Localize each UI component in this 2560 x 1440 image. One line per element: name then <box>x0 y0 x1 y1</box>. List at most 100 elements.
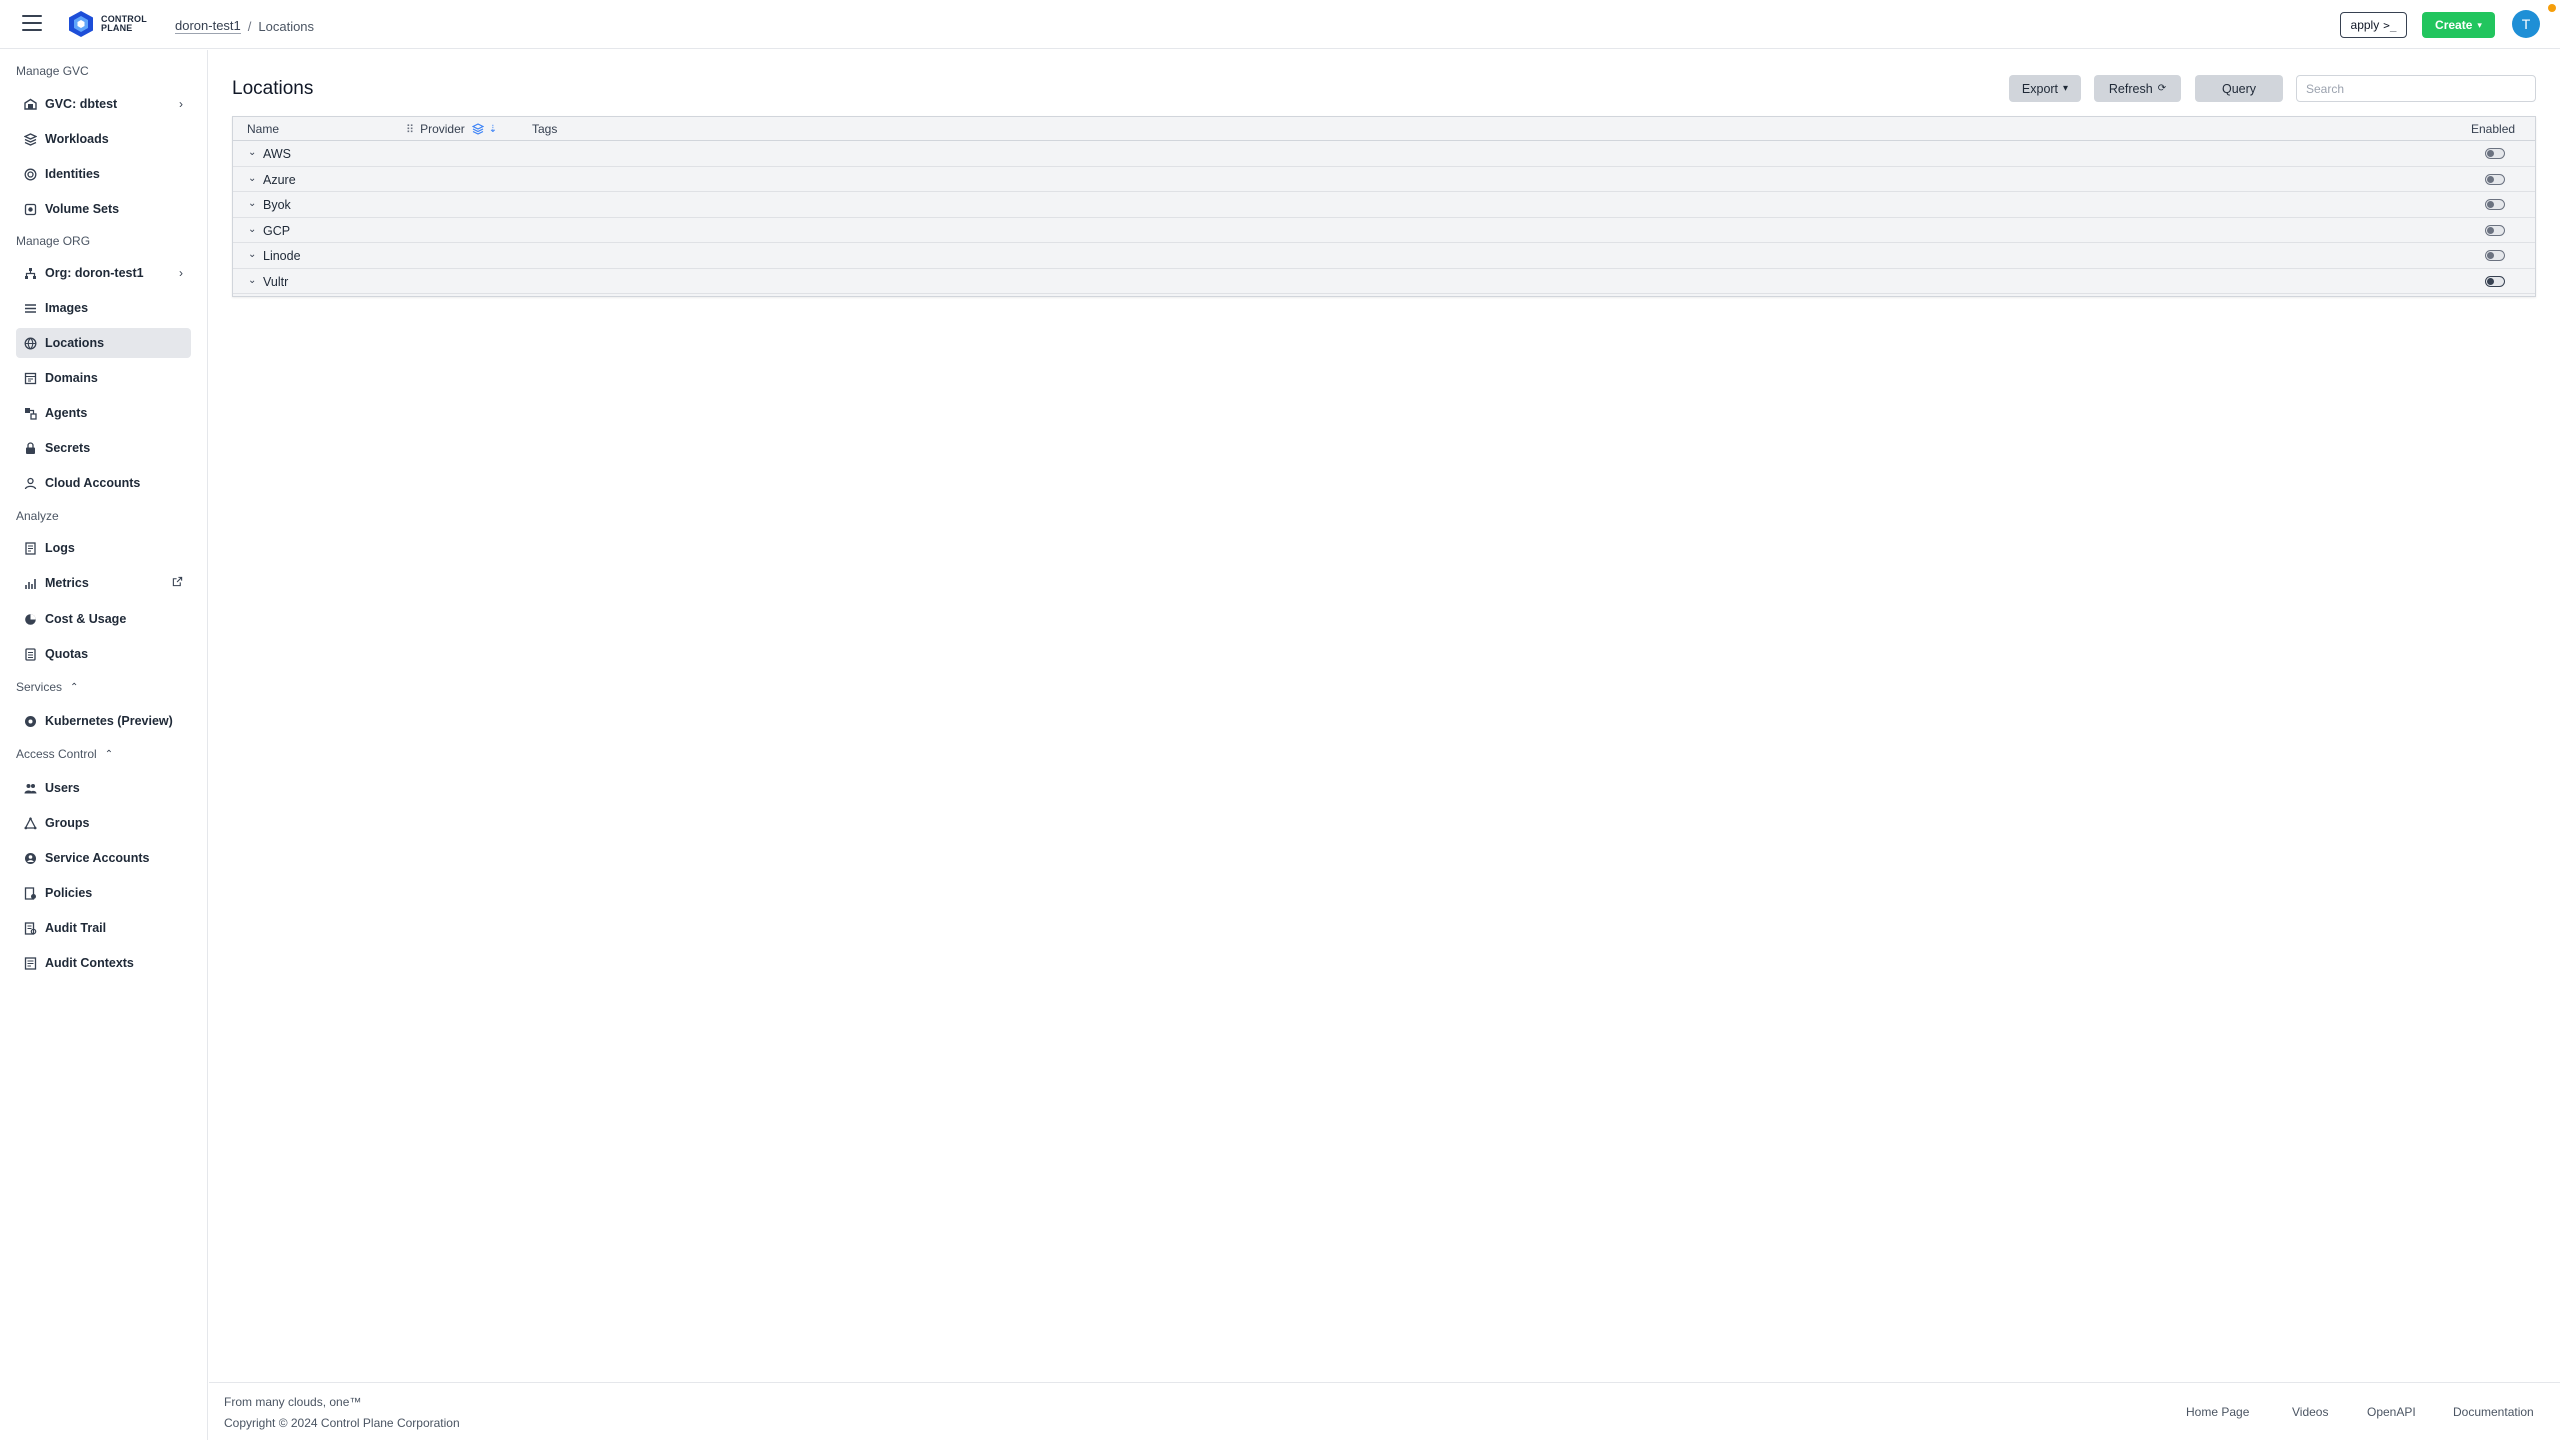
sidebar-item-gvc[interactable]: GVC: dbtest › <box>16 89 191 119</box>
section-services[interactable]: Services ⌃ <box>16 680 78 694</box>
volume-sets-icon <box>24 203 37 216</box>
table-row[interactable]: ⌄ Vultr <box>233 268 2535 294</box>
table-header: Name ⠿ Provider ⇣ Tags Enabled <box>233 117 2535 141</box>
chevron-down-icon: ▾ <box>2477 19 2482 30</box>
enabled-toggle[interactable] <box>2485 173 2505 185</box>
enabled-toggle[interactable] <box>2485 275 2505 287</box>
section-access-control[interactable]: Access Control ⌃ <box>16 747 113 761</box>
search-input[interactable] <box>2296 75 2536 102</box>
refresh-icon: ⟳ <box>2157 83 2167 94</box>
locations-icon <box>24 337 37 350</box>
enabled-toggle[interactable] <box>2485 199 2505 210</box>
sidebar-item-kubernetes[interactable]: Kubernetes (Preview) <box>16 706 191 736</box>
enabled-toggle[interactable] <box>2485 250 2505 261</box>
section-access-control-label: Access Control <box>16 747 97 761</box>
sidebar-item-label: Users <box>45 781 80 795</box>
logo-icon <box>69 11 93 37</box>
create-button[interactable]: Create ▾ <box>2422 12 2495 38</box>
sidebar-item-org[interactable]: Org: doron-test1 › <box>16 258 191 288</box>
sidebar-item-logs[interactable]: Logs <box>16 533 191 563</box>
section-analyze: Analyze <box>16 509 59 523</box>
top-header: CONTROL PLANE doron-test1 / Locations ap… <box>0 0 2560 49</box>
sidebar-item-label: Groups <box>45 816 90 830</box>
footer-tagline: From many clouds, one™ <box>224 1395 362 1409</box>
sidebar-item-service-accounts[interactable]: Service Accounts <box>16 843 191 873</box>
sidebar-item-secrets[interactable]: Secrets <box>16 433 191 463</box>
sidebar-item-label: Images <box>45 301 89 315</box>
sidebar-item-locations[interactable]: Locations <box>16 328 191 358</box>
sidebar-item-label: Identities <box>45 167 100 181</box>
column-header-enabled[interactable]: Enabled <box>2471 122 2515 136</box>
enabled-toggle[interactable] <box>2485 148 2505 159</box>
user-avatar[interactable]: T <box>2512 10 2540 38</box>
query-button[interactable]: Query <box>2195 75 2283 102</box>
chevron-down-icon[interactable]: ⌄ <box>248 173 256 184</box>
sidebar-item-cloud-accounts[interactable]: Cloud Accounts <box>16 468 191 498</box>
column-tags-label: Tags <box>532 122 558 136</box>
sidebar-item-label: Audit Contexts <box>45 956 134 970</box>
section-services-label: Services <box>16 680 63 694</box>
sidebar-item-metrics[interactable]: Metrics <box>16 568 191 598</box>
table-row[interactable]: ⌄ Byok <box>233 192 2535 218</box>
column-header-provider[interactable]: ⠿ Provider ⇣ <box>406 122 497 136</box>
sidebar: Manage GVC GVC: dbtest › Workloads Ident… <box>0 50 208 1440</box>
agents-icon <box>24 407 37 420</box>
table-row[interactable]: ⌄ Linode <box>233 243 2535 269</box>
footer: From many clouds, one™ Copyright © 2024 … <box>209 1382 2560 1440</box>
breadcrumb: doron-test1 / Locations <box>175 18 314 34</box>
policies-icon <box>24 886 37 900</box>
chevron-down-icon[interactable]: ⌄ <box>248 224 256 235</box>
sort-icon[interactable]: ⇣ <box>489 124 497 135</box>
table-row[interactable]: ⌄ GCP <box>233 217 2535 243</box>
table-row[interactable]: ⌄ Azure <box>233 166 2535 192</box>
sidebar-item-quotas[interactable]: Quotas <box>16 639 191 669</box>
sidebar-item-identities[interactable]: Identities <box>16 159 191 189</box>
footer-link-documentation[interactable]: Documentation <box>2453 1405 2534 1419</box>
drag-handle-icon[interactable]: ⠿ <box>406 123 414 136</box>
sidebar-item-policies[interactable]: Policies <box>16 878 191 908</box>
chevron-down-icon[interactable]: ⌄ <box>248 249 256 260</box>
chevron-down-icon[interactable]: ⌄ <box>248 198 256 209</box>
column-name-label: Name <box>247 122 280 136</box>
sidebar-item-images[interactable]: Images <box>16 293 191 323</box>
export-button[interactable]: Export ▾ <box>2009 75 2081 102</box>
service-accounts-icon <box>24 852 37 865</box>
apply-button[interactable]: apply >_ <box>2340 12 2407 38</box>
sidebar-item-users[interactable]: Users <box>16 773 191 803</box>
sidebar-item-label: Cloud Accounts <box>45 476 141 490</box>
table-row[interactable]: ⌄ AWS <box>233 141 2535 167</box>
sidebar-item-cost-usage[interactable]: Cost & Usage <box>16 604 191 634</box>
refresh-button[interactable]: Refresh ⟳ <box>2094 75 2181 102</box>
sidebar-item-agents[interactable]: Agents <box>16 398 191 428</box>
sidebar-item-volume-sets[interactable]: Volume Sets <box>16 194 191 224</box>
sidebar-item-workloads[interactable]: Workloads <box>16 124 191 154</box>
sidebar-item-audit-trail[interactable]: Audit Trail <box>16 913 191 943</box>
breadcrumb-org-link[interactable]: doron-test1 <box>175 18 241 34</box>
menu-icon[interactable] <box>22 15 42 33</box>
sidebar-item-label: Policies <box>45 886 93 900</box>
footer-link-openapi[interactable]: OpenAPI <box>2367 1405 2416 1419</box>
sidebar-item-audit-contexts[interactable]: Audit Contexts <box>16 948 191 978</box>
cost-icon <box>24 613 37 626</box>
sidebar-item-label: Kubernetes (Preview) <box>45 714 173 728</box>
audit-contexts-icon <box>24 956 37 970</box>
chevron-down-icon[interactable]: ⌄ <box>248 275 256 286</box>
group-by-icon <box>471 123 484 135</box>
sidebar-item-domains[interactable]: Domains <box>16 363 191 393</box>
control-plane-logo[interactable]: CONTROL PLANE <box>68 10 147 38</box>
sidebar-item-label: Service Accounts <box>45 851 150 865</box>
footer-link-videos[interactable]: Videos <box>2292 1405 2328 1419</box>
column-header-name[interactable]: Name <box>247 122 279 136</box>
chevron-down-icon[interactable]: ⌄ <box>248 147 256 158</box>
row-group-name: Azure <box>263 172 296 187</box>
column-enabled-label: Enabled <box>2471 122 2516 136</box>
sidebar-item-groups[interactable]: Groups <box>16 808 191 838</box>
row-group-name: GCP <box>263 223 291 238</box>
users-icon <box>24 782 37 795</box>
sidebar-item-label: Agents <box>45 406 88 420</box>
column-header-tags[interactable]: Tags <box>532 122 557 136</box>
footer-link-home-page[interactable]: Home Page <box>2186 1405 2249 1419</box>
sidebar-item-label: Secrets <box>45 441 91 455</box>
enabled-toggle[interactable] <box>2485 224 2505 236</box>
domains-icon <box>24 372 37 385</box>
